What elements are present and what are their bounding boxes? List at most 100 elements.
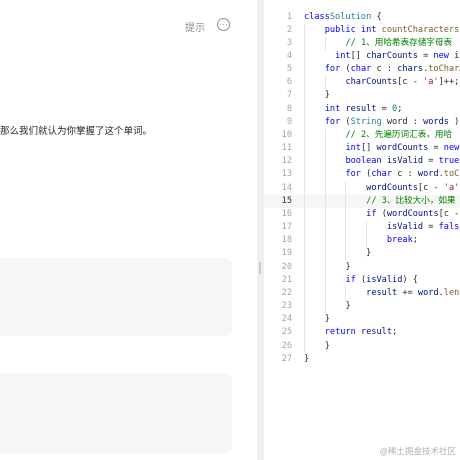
line-number: 13 — [281, 169, 292, 180]
code-text: break; — [387, 234, 418, 247]
code-token: int — [360, 24, 377, 35]
code-line[interactable]: 14 wordCounts[c - 'a'] — [264, 181, 460, 195]
code-editor[interactable]: 1 classSolution {2 public int countCharact… — [264, 0, 460, 460]
indent-guide — [304, 194, 305, 208]
indent-guide — [324, 273, 326, 287]
code-text: int result = 0; — [325, 103, 403, 116]
code-text: public int countCharacters( — [325, 24, 460, 37]
code-token: } — [324, 90, 330, 101]
indent-guide — [304, 89, 305, 103]
code-token: word — [417, 287, 439, 298]
line-number: 2 — [286, 24, 292, 35]
code-token: ) { — [454, 116, 460, 127]
indent-guide — [304, 63, 305, 77]
line-number: 7 — [286, 90, 292, 101]
code-line[interactable]: 12 boolean isValid = true; — [264, 155, 460, 169]
indent-guide — [345, 194, 347, 208]
code-token: for — [324, 116, 341, 127]
code-token: [c - — [438, 208, 460, 219]
code-token: charCounts — [345, 77, 398, 88]
code-line[interactable]: 2 public int countCharacters( — [264, 23, 460, 37]
code-line[interactable]: 26} — [264, 339, 460, 353]
code-line[interactable]: 13 for (char c : word.toCh — [264, 168, 460, 182]
code-token: ]++; — [438, 77, 460, 88]
problem-description-panel: 提示 那么我们就认为你掌握了这个单词。 " — [0, 0, 257, 460]
indent-guide — [324, 142, 326, 156]
code-token: for — [345, 169, 361, 180]
code-token: new — [443, 143, 460, 154]
code-line[interactable]: 27} — [264, 353, 460, 366]
code-line[interactable]: 22 result += word.leng — [264, 286, 460, 301]
code-text: // 2、先遍历词汇表，用哈 — [345, 129, 452, 142]
code-line[interactable]: 1 classSolution { — [264, 11, 460, 24]
code-token: for — [324, 64, 341, 75]
code-line[interactable]: 18 break; — [264, 234, 460, 248]
indent-guide — [304, 247, 305, 261]
code-text: } — [345, 261, 350, 274]
code-token: 'a' — [443, 182, 460, 193]
code-token: wordCounts — [376, 143, 429, 154]
indent-guide — [304, 128, 305, 143]
code-token: [c - — [397, 77, 424, 88]
code-line[interactable]: 11 int[] wordCounts = new — [264, 142, 460, 156]
code-text: } — [325, 89, 330, 102]
indent-guide — [304, 102, 305, 116]
code-token: [] — [360, 143, 377, 154]
code-token: class — [304, 11, 330, 22]
line-number: 26 — [281, 340, 292, 351]
code-line[interactable]: 20} — [264, 260, 460, 274]
code-line[interactable]: 21 if (isValid) { — [264, 273, 460, 287]
code-text: classSolution { — [304, 11, 382, 24]
more-icon[interactable] — [217, 18, 230, 31]
code-token: return — [324, 327, 356, 338]
indent-guide — [324, 260, 326, 274]
indent-guide — [345, 234, 347, 248]
code-token: [c - — [417, 182, 444, 193]
code-text: } — [325, 340, 330, 353]
code-line[interactable]: 23} — [264, 300, 460, 314]
code-text: } — [325, 313, 330, 326]
indent-guide — [304, 300, 305, 314]
code-text: wordCounts[c - 'a'] — [366, 182, 460, 195]
watermark: @稀土掘金技术社区 — [379, 447, 456, 457]
panel-resize-handle[interactable] — [257, 0, 264, 460]
code-line[interactable]: 7} — [264, 89, 460, 103]
code-line[interactable]: 6 charCounts[c - 'a']++; — [264, 76, 460, 90]
code-token: in — [454, 50, 460, 61]
code-token: ( — [355, 274, 367, 285]
code-line[interactable]: 19} — [264, 247, 460, 261]
code-token: = — [428, 143, 444, 154]
code-line[interactable]: 25 return result; — [264, 326, 460, 340]
code-token: ) { — [402, 274, 418, 285]
line-number: 14 — [281, 182, 292, 193]
indent-guide — [304, 23, 305, 37]
code-token: boolean — [345, 156, 382, 167]
code-token: int — [345, 143, 361, 154]
code-text: isValid = false — [387, 221, 460, 234]
code-token: isValid — [386, 222, 424, 233]
code-line[interactable]: 8 int result = 0; — [264, 102, 460, 116]
code-token: true — [438, 156, 460, 167]
code-line[interactable]: 3 // 1、用哈希表存储字母表 — [264, 36, 460, 50]
hint-button[interactable]: 提示 — [185, 19, 205, 34]
line-number: 8 — [286, 103, 292, 114]
code-token: } — [324, 314, 330, 325]
code-text: } — [366, 247, 371, 260]
code-line[interactable]: 10 // 2、先遍历词汇表，用哈 — [264, 128, 460, 143]
indent-guide — [304, 181, 305, 195]
grip-icon — [259, 262, 261, 274]
code-token: toCh — [443, 169, 460, 180]
code-token: toCharA — [428, 64, 460, 75]
code-line[interactable]: 5 for (char c : chars.toCharA — [264, 63, 460, 77]
code-line[interactable]: 15 // 3、比较大小，如果 — [264, 194, 460, 208]
code-line[interactable]: 24} — [264, 313, 460, 327]
code-line[interactable]: 4 int[] charCounts = new in — [264, 49, 460, 64]
code-line[interactable]: 16 if (wordCounts[c - — [264, 207, 460, 222]
code-token: Solution — [329, 11, 372, 22]
code-text: if (isValid) { — [345, 274, 417, 287]
code-token: new — [433, 50, 449, 61]
code-line[interactable]: 17 isValid = false — [264, 221, 460, 235]
code-line[interactable]: 9 for (String word : words ) { — [264, 115, 460, 129]
code-token: 'a' — [423, 77, 439, 88]
code-token: ; — [392, 327, 398, 338]
